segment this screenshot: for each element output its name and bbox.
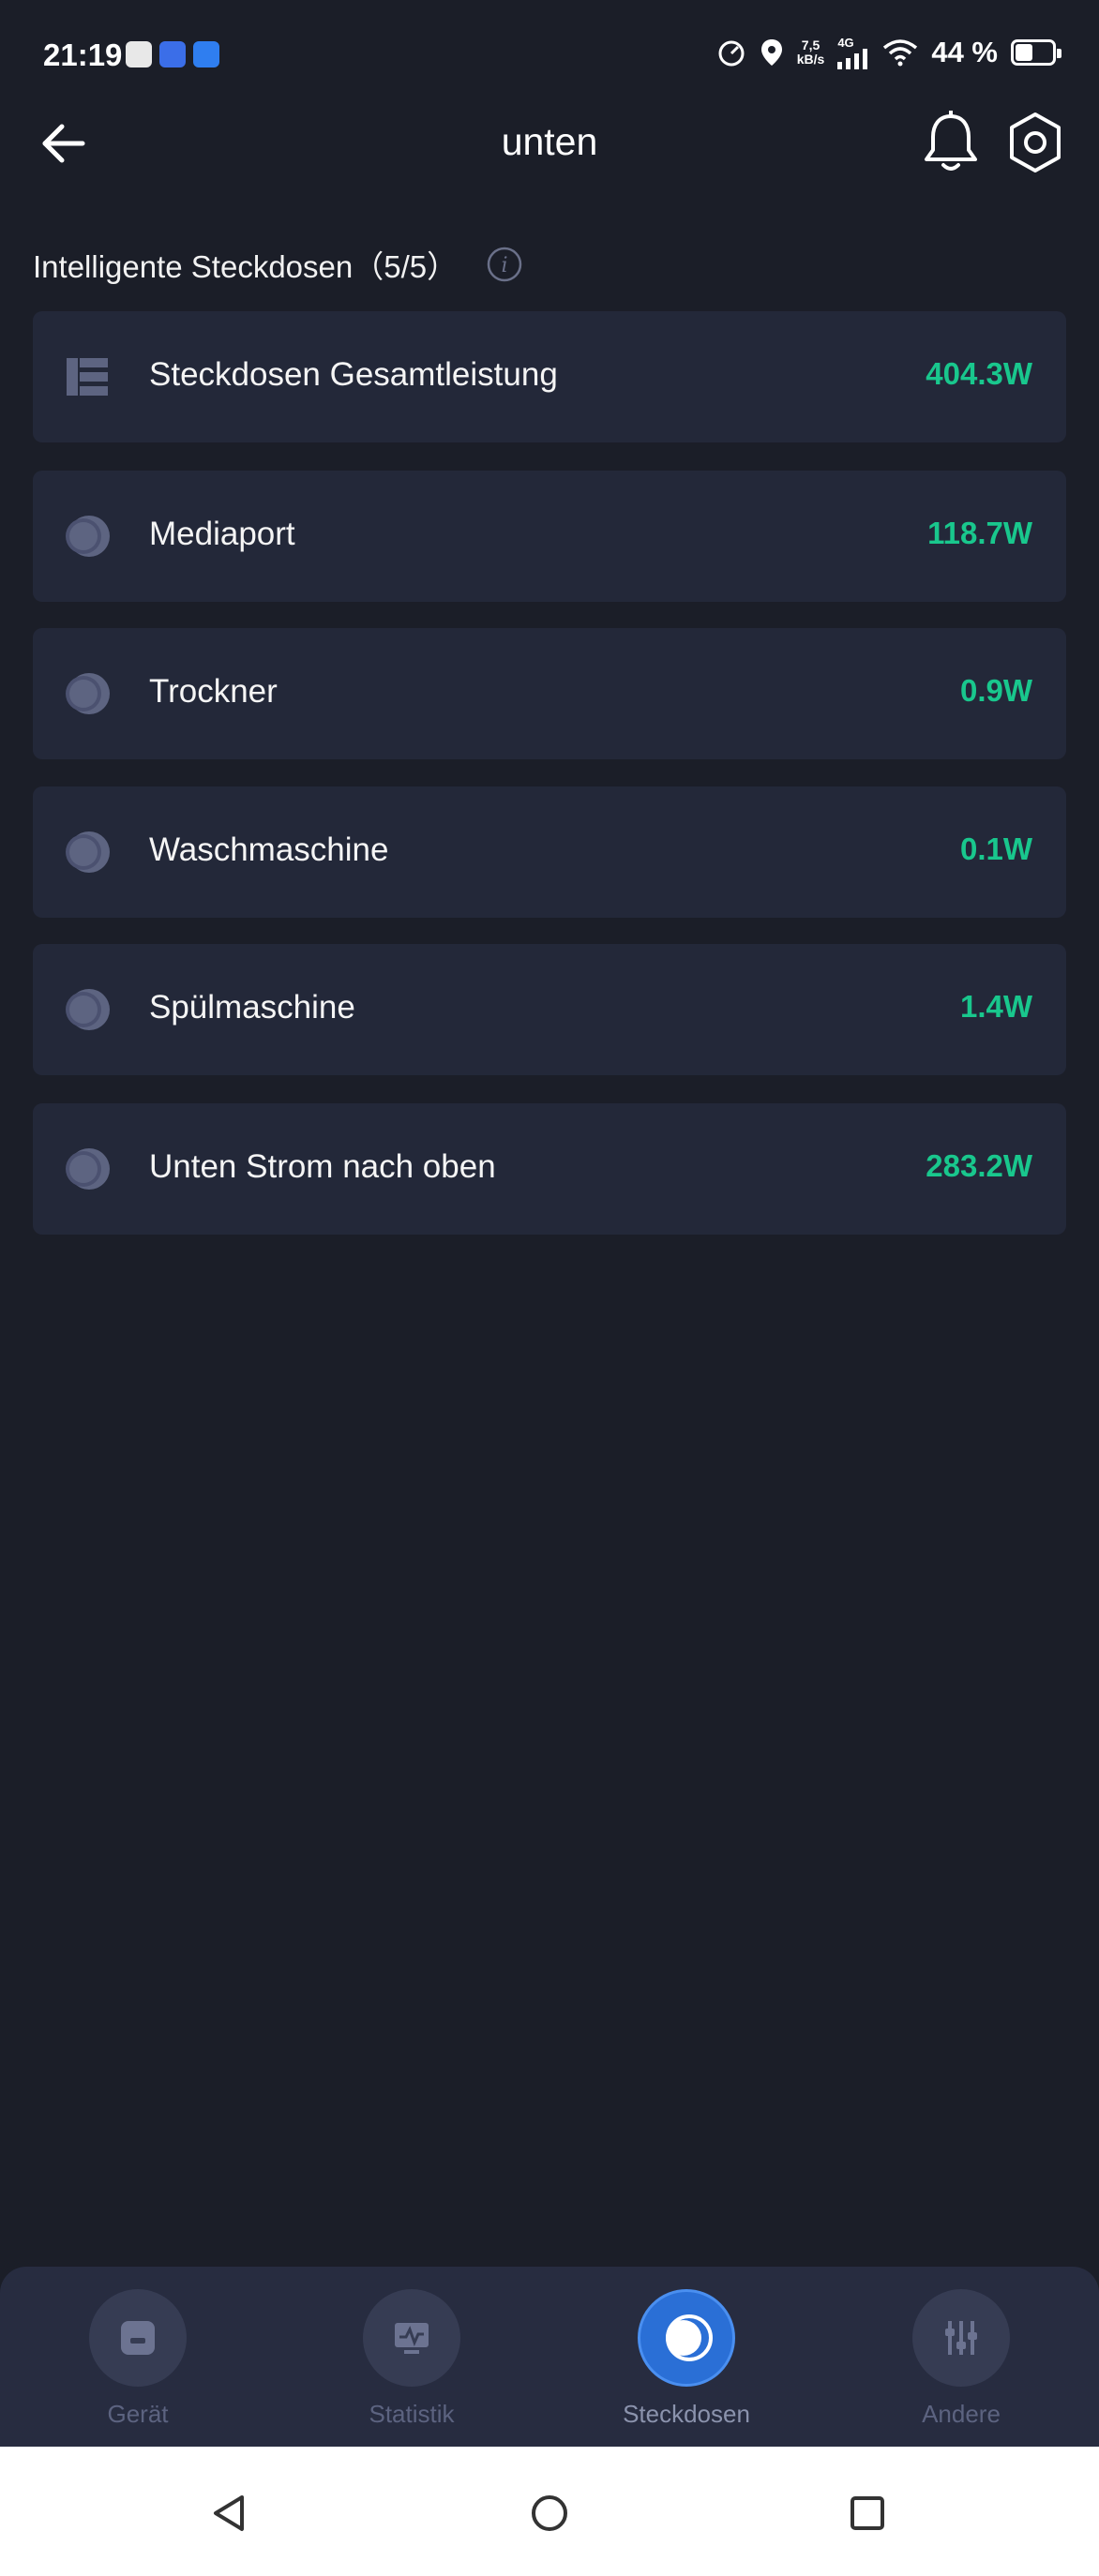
- notification-icons: [126, 41, 219, 67]
- hexagon-gear-icon: [1010, 112, 1061, 172]
- signal-icon: [837, 48, 868, 69]
- system-back-icon[interactable]: [206, 2490, 253, 2537]
- wifi-icon: [883, 39, 918, 67]
- socket-power-value: 118.7W: [927, 516, 1032, 550]
- plug-icon: [66, 516, 110, 557]
- app-notification-icon: [159, 41, 186, 67]
- socket-label: Unten Strom nach oben: [149, 1148, 496, 1185]
- socket-label: Spülmaschine: [149, 989, 355, 1026]
- plug-icon: [66, 1148, 110, 1190]
- nav-icon-circle: [363, 2289, 460, 2387]
- socket-row[interactable]: Waschmaschine 0.1W: [33, 786, 1066, 918]
- plug-icon: [66, 831, 110, 873]
- socket-power-value: 283.2W: [926, 1148, 1032, 1183]
- network-speed-value: 7,5: [801, 37, 820, 52]
- plug-icon: [66, 989, 110, 1030]
- status-time: 21:19: [43, 37, 123, 72]
- status-bar: 21:19 7,5 kB/s 4G 44 %: [0, 0, 1099, 112]
- socket-row-total[interactable]: Steckdosen Gesamtleistung 404.3W: [33, 311, 1066, 442]
- speedometer-icon: [718, 40, 745, 67]
- system-recents-icon[interactable]: [844, 2490, 891, 2537]
- network-speed: 7,5 kB/s: [797, 38, 825, 67]
- bottom-navigation: Gerät Statistik Steckdosen Andere: [0, 2267, 1099, 2447]
- nav-label: Andere: [922, 2400, 1001, 2428]
- socket-label: Steckdosen Gesamtleistung: [149, 356, 558, 393]
- statistics-icon: [395, 2323, 429, 2354]
- nav-icon-circle: [89, 2289, 187, 2387]
- network-type: 4G: [837, 35, 854, 50]
- plug-icon: [66, 673, 110, 714]
- system-home-icon[interactable]: [526, 2490, 573, 2537]
- battery-icon: [1011, 39, 1061, 66]
- settings-button[interactable]: [1007, 111, 1063, 174]
- nav-item-geraet[interactable]: Gerät: [63, 2289, 213, 2429]
- nav-label: Steckdosen: [623, 2400, 750, 2428]
- nav-item-steckdosen[interactable]: Steckdosen: [611, 2289, 761, 2429]
- socket-row[interactable]: Spülmaschine 1.4W: [33, 944, 1066, 1075]
- socket-label: Mediaport: [149, 516, 295, 552]
- bell-icon: [925, 111, 977, 171]
- plug-icon: [666, 2314, 713, 2361]
- socket-power-value: 0.1W: [959, 831, 1032, 866]
- nav-item-andere[interactable]: Andere: [886, 2289, 1036, 2429]
- power-strip-icon: [67, 358, 108, 396]
- device-icon: [121, 2321, 155, 2355]
- socket-power-value: 404.3W: [926, 356, 1032, 391]
- socket-power-value: 0.9W: [959, 673, 1032, 708]
- network-speed-unit: kB/s: [796, 52, 825, 67]
- socket-row[interactable]: Trockner 0.9W: [33, 628, 1066, 759]
- socket-label: Trockner: [149, 673, 278, 710]
- sliders-icon: [945, 2321, 977, 2355]
- notifications-button[interactable]: [921, 111, 981, 174]
- signal-group: 4G: [837, 37, 869, 69]
- system-navigation-bar: [0, 2447, 1099, 2576]
- nav-item-statistik[interactable]: Statistik: [337, 2289, 487, 2429]
- nav-icon-circle-active: [638, 2289, 735, 2387]
- svg-text:i: i: [502, 254, 508, 277]
- app-notification-icon: [126, 41, 152, 67]
- info-icon[interactable]: i: [486, 246, 523, 283]
- socket-row[interactable]: Unten Strom nach oben 283.2W: [33, 1103, 1066, 1235]
- battery-text: 44 %: [931, 36, 998, 68]
- socket-row[interactable]: Mediaport 118.7W: [33, 471, 1066, 602]
- nav-icon-circle: [912, 2289, 1010, 2387]
- section-header: Intelligente Steckdosen（5/5） i: [33, 242, 523, 287]
- nav-label: Gerät: [107, 2400, 169, 2428]
- location-icon: [760, 39, 782, 66]
- socket-power-value: 1.4W: [959, 989, 1032, 1024]
- battery-fill: [1016, 44, 1033, 61]
- app-notification-icon: [193, 41, 219, 67]
- nav-label: Statistik: [369, 2400, 455, 2428]
- section-title: Intelligente Steckdosen（5/5）: [33, 249, 459, 284]
- socket-label: Waschmaschine: [149, 831, 389, 868]
- status-indicators: 7,5 kB/s 4G 44 %: [716, 36, 1061, 69]
